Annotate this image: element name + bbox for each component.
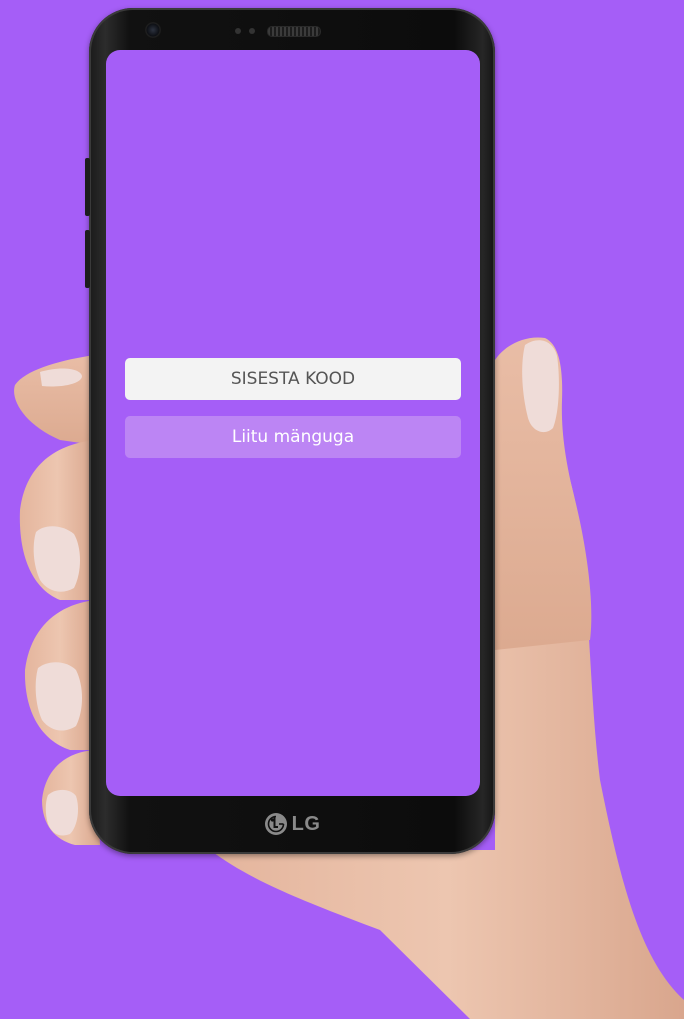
volume-up-button: [85, 158, 90, 216]
join-game-button[interactable]: Liitu mänguga: [125, 416, 461, 458]
phone-frame: Liitu mänguga LG: [85, 8, 495, 854]
scene: Liitu mänguga LG: [0, 0, 684, 1019]
proximity-sensor: [235, 28, 241, 34]
device-brand: LG: [89, 812, 495, 836]
phone-screen: Liitu mänguga: [106, 50, 480, 796]
lg-logo-icon: [264, 813, 287, 835]
light-sensor: [249, 28, 255, 34]
volume-down-button: [85, 230, 90, 288]
game-code-input[interactable]: [125, 358, 461, 400]
brand-name: LG: [291, 812, 321, 835]
front-camera: [145, 22, 161, 38]
earpiece-speaker: [267, 26, 321, 37]
